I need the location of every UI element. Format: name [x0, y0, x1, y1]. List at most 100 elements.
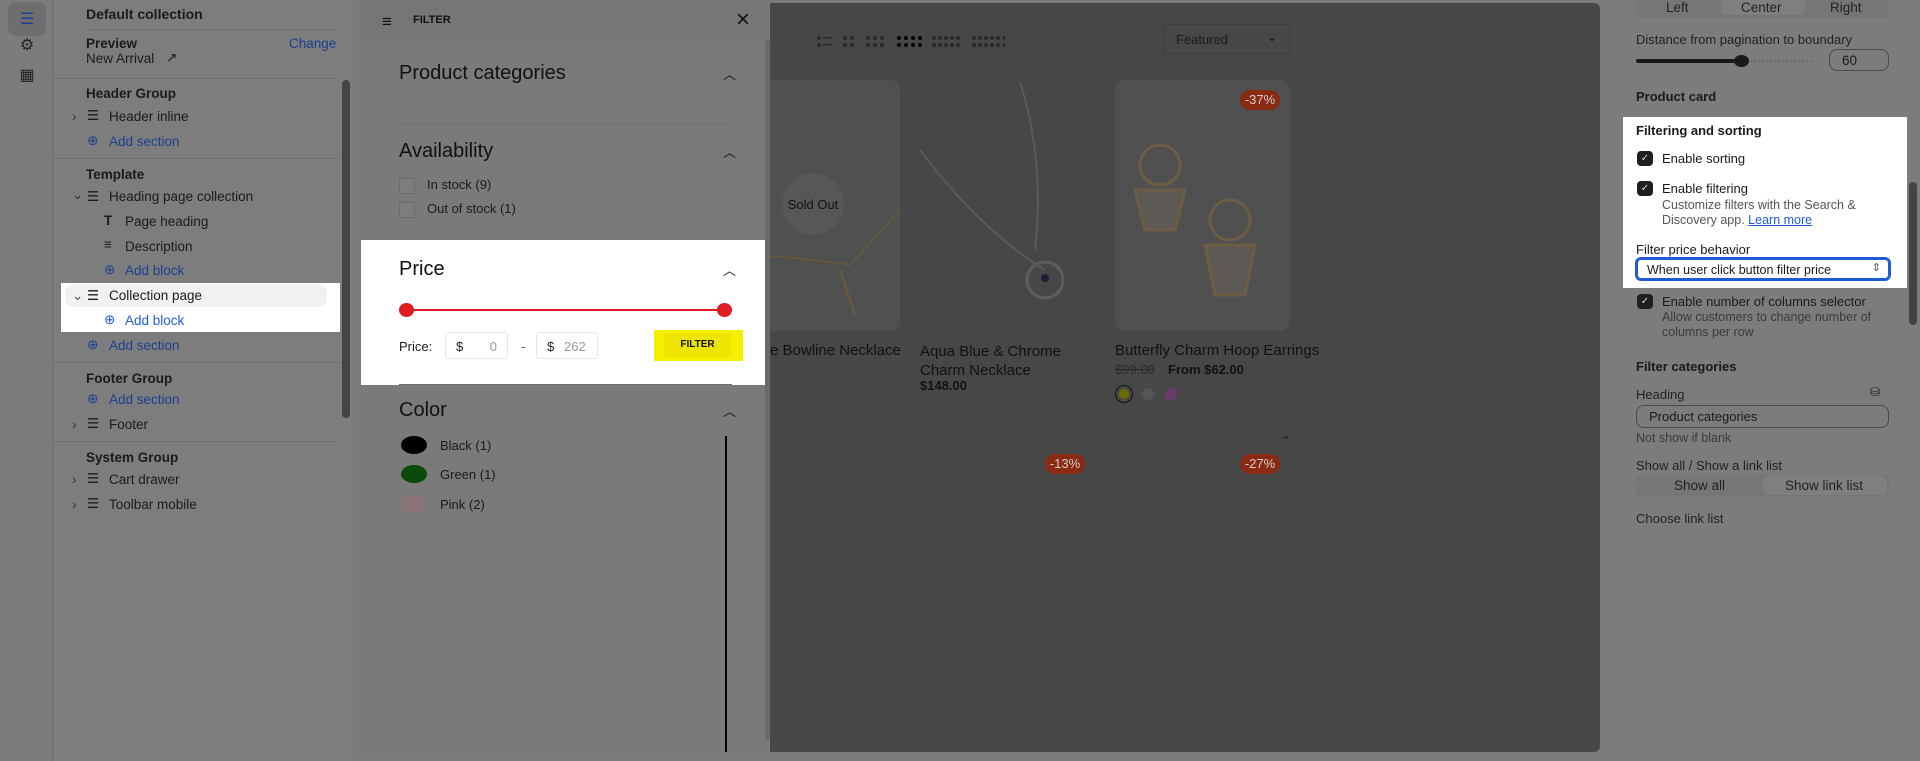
- chevron-right-icon[interactable]: ›: [72, 109, 77, 124]
- heading-input[interactable]: Product categories: [1636, 405, 1889, 428]
- section-icon: ☰: [87, 288, 100, 303]
- dynamic-source-icon[interactable]: ⛁: [1870, 385, 1880, 399]
- filtering-sorting-heading: Filtering and sorting: [1636, 123, 1762, 138]
- product-title[interactable]: Aqua Blue & Chrome Charm Necklace: [920, 342, 1090, 380]
- price-min-value: 0: [489, 339, 497, 354]
- price-range-track[interactable]: [406, 309, 724, 311]
- distance-slider-track[interactable]: [1742, 60, 1812, 62]
- preview-value[interactable]: New Arrival: [86, 51, 154, 66]
- sidebar-item-footer[interactable]: Footer: [109, 417, 148, 432]
- sidebar-item-header-inline[interactable]: Header inline: [109, 109, 189, 124]
- color-swatch-pink[interactable]: [401, 495, 427, 513]
- product-image[interactable]: [919, 80, 1095, 331]
- external-link-icon[interactable]: ↗: [166, 50, 177, 66]
- filter-section-color[interactable]: Color: [399, 399, 447, 422]
- color-green-label[interactable]: Green (1): [440, 467, 496, 482]
- show-link-list-label: Show link list: [1785, 478, 1864, 493]
- block-page-heading[interactable]: Page heading: [125, 214, 208, 229]
- distance-slider-fill[interactable]: [1636, 59, 1742, 63]
- filtering-sorting-highlight: Filtering and sorting ✓ Enable sorting ✓…: [1623, 117, 1907, 288]
- enable-sorting-checkbox[interactable]: ✓: [1637, 151, 1653, 166]
- add-block-button[interactable]: Add block: [125, 313, 184, 328]
- sidebar-item-cart-drawer[interactable]: Cart drawer: [109, 472, 180, 487]
- alignment-segmented: Left Center Right: [1636, 0, 1889, 18]
- in-stock-checkbox[interactable]: [399, 178, 415, 194]
- color-swatch-green[interactable]: [401, 465, 427, 483]
- filter-section-availability[interactable]: Availability: [399, 140, 493, 163]
- add-circle-icon[interactable]: ⊕: [87, 391, 98, 407]
- price-label: Price:: [399, 339, 433, 354]
- enable-filtering-checkbox[interactable]: ✓: [1637, 181, 1653, 196]
- add-circle-icon[interactable]: ⊕: [104, 262, 115, 278]
- price-filter-button[interactable]: FILTER: [664, 333, 731, 357]
- sort-select[interactable]: Featured ⌄: [1163, 24, 1290, 54]
- price-behavior-select[interactable]: When user click button filter price ⇕: [1635, 257, 1891, 281]
- scroll-top-icon[interactable]: ⌃: [1280, 433, 1292, 450]
- chevron-right-icon[interactable]: ›: [72, 497, 77, 512]
- collection-page-highlight: ⌄ ☰ Collection page ⊕ Add block: [61, 283, 340, 332]
- product-old-price: $99.00: [1115, 362, 1155, 377]
- chevron-right-icon[interactable]: ›: [72, 417, 77, 432]
- color-black-label[interactable]: Black (1): [440, 438, 491, 453]
- out-of-stock-checkbox[interactable]: [399, 202, 415, 218]
- chevron-down-icon[interactable]: ⌄: [72, 288, 83, 304]
- columns-selector-checkbox[interactable]: ✓: [1637, 294, 1653, 309]
- price-min-input[interactable]: $ 0: [445, 332, 508, 359]
- sidebar-item-toolbar-mobile[interactable]: Toolbar mobile: [109, 497, 197, 512]
- learn-more-link[interactable]: Learn more: [1748, 213, 1812, 227]
- color-swatch-black[interactable]: [401, 436, 427, 454]
- discount-badge: -13%: [1045, 454, 1085, 474]
- filter-section-categories[interactable]: Product categories: [399, 62, 566, 85]
- preview-change-link[interactable]: Change: [289, 36, 336, 51]
- add-circle-icon[interactable]: ⊕: [87, 133, 98, 149]
- price-max-handle[interactable]: [717, 303, 732, 317]
- product-title[interactable]: Butterfly Charm Hoop Earrings: [1115, 342, 1319, 359]
- swatch-yellow[interactable]: [1115, 385, 1133, 403]
- chevron-up-icon[interactable]: ︿: [723, 401, 736, 420]
- sidebar-item-heading-page-collection[interactable]: Heading page collection: [109, 189, 253, 204]
- layout-6col-icon: [972, 36, 1005, 47]
- show-all-option[interactable]: Show all: [1674, 478, 1725, 493]
- add-block-button[interactable]: Add block: [125, 263, 184, 278]
- swatch-purple[interactable]: [1165, 388, 1177, 400]
- swatch-white[interactable]: [1142, 388, 1154, 400]
- chevron-down-icon: ⌄: [1266, 30, 1277, 44]
- sort-value: Featured: [1176, 32, 1229, 47]
- align-right-option[interactable]: Right: [1830, 0, 1862, 15]
- layout-switcher[interactable]: [815, 33, 1005, 53]
- settings-scrollbar[interactable]: [1909, 182, 1917, 325]
- price-max-input[interactable]: $ 262: [536, 332, 598, 359]
- section-icon: ☰: [87, 416, 100, 431]
- show-mode-segmented: Show all Show link list: [1636, 475, 1889, 497]
- apps-icon[interactable]: ▦: [8, 58, 46, 92]
- chevron-down-icon[interactable]: ⌄: [72, 187, 83, 203]
- price-min-handle[interactable]: [399, 303, 414, 317]
- sidebar-scrollbar[interactable]: [342, 80, 350, 418]
- add-section-button[interactable]: Add section: [109, 134, 180, 149]
- chevron-up-icon[interactable]: ︿: [723, 64, 736, 83]
- chevron-up-icon[interactable]: ︿: [723, 260, 736, 279]
- product-title[interactable]: e Bowline Necklace: [770, 342, 901, 359]
- distance-value: 60: [1842, 53, 1858, 68]
- color-list-scrollbar[interactable]: [725, 436, 727, 752]
- add-circle-icon[interactable]: ⊕: [87, 337, 98, 353]
- chevron-right-icon[interactable]: ›: [72, 472, 77, 487]
- close-icon[interactable]: ×: [736, 6, 750, 34]
- drawer-scrollbar[interactable]: [765, 40, 770, 740]
- discount-badge: -37%: [1240, 90, 1280, 110]
- settings-gear-icon[interactable]: ⚙: [8, 28, 46, 62]
- chevron-up-icon[interactable]: ︿: [723, 142, 736, 161]
- add-section-button[interactable]: Add section: [109, 392, 180, 407]
- add-circle-icon[interactable]: ⊕: [104, 312, 115, 328]
- add-section-button[interactable]: Add section: [109, 338, 180, 353]
- distance-slider-thumb[interactable]: [1734, 55, 1749, 67]
- product-image[interactable]: [1115, 80, 1290, 331]
- product-card-heading[interactable]: Product card: [1636, 89, 1716, 104]
- out-of-stock-label: Out of stock (1): [427, 201, 516, 216]
- align-left-option[interactable]: Left: [1666, 0, 1689, 15]
- distance-input[interactable]: 60: [1829, 49, 1889, 71]
- layout-2col-icon: [843, 36, 854, 47]
- enable-sorting-label: Enable sorting: [1662, 151, 1746, 166]
- color-pink-label[interactable]: Pink (2): [440, 497, 485, 512]
- block-description[interactable]: Description: [125, 239, 193, 254]
